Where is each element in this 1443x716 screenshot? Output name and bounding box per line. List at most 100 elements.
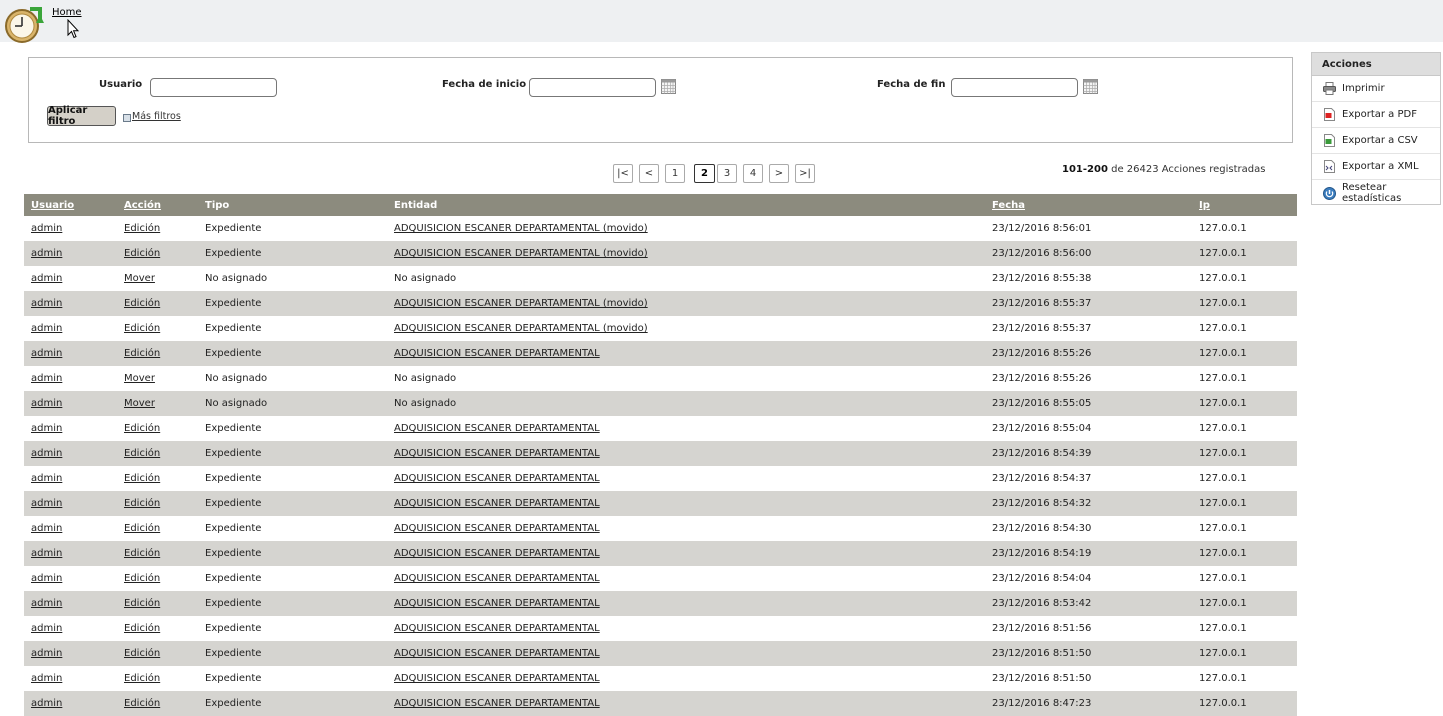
cell-entidad[interactable]: ADQUISICION ESCANER DEPARTAMENTAL <box>394 341 600 366</box>
cell-usuario[interactable]: admin <box>31 441 62 466</box>
cell-accion[interactable]: Mover <box>124 266 155 291</box>
export-xml-action[interactable]: Exportar a XML <box>1312 154 1440 180</box>
export-pdf-action[interactable]: Exportar a PDF <box>1312 102 1440 128</box>
calendar-icon[interactable] <box>661 79 676 94</box>
prev-page-button[interactable]: < <box>639 164 659 183</box>
cell-entidad[interactable]: ADQUISICION ESCANER DEPARTAMENTAL (movid… <box>394 291 648 316</box>
page-2-button-current[interactable]: 2 <box>694 164 715 183</box>
fecha-inicio-input[interactable] <box>529 78 656 97</box>
cell-accion[interactable]: Edición <box>124 341 160 366</box>
cell-usuario[interactable]: admin <box>31 466 62 491</box>
column-header-fecha[interactable]: Fecha <box>992 194 1025 216</box>
cell-ip: 127.0.0.1 <box>1199 298 1247 309</box>
cell-usuario[interactable]: admin <box>31 541 62 566</box>
cell-fecha: 23/12/2016 8:54:32 <box>992 498 1092 509</box>
cell-usuario[interactable]: admin <box>31 591 62 616</box>
fecha-inicio-label: Fecha de inicio <box>442 79 527 90</box>
last-page-button[interactable]: >| <box>795 164 815 183</box>
cell-usuario[interactable]: admin <box>31 366 62 391</box>
cell-fecha: 23/12/2016 8:47:23 <box>992 698 1092 709</box>
cell-entidad[interactable]: ADQUISICION ESCANER DEPARTAMENTAL <box>394 616 600 641</box>
export-csv-action[interactable]: Exportar a CSV <box>1312 128 1440 154</box>
cell-entidad[interactable]: ADQUISICION ESCANER DEPARTAMENTAL <box>394 416 600 441</box>
cell-entidad[interactable]: ADQUISICION ESCANER DEPARTAMENTAL <box>394 491 600 516</box>
cell-accion[interactable]: Edición <box>124 566 160 591</box>
cell-ip: 127.0.0.1 <box>1199 498 1247 509</box>
cell-usuario[interactable]: admin <box>31 316 62 341</box>
cell-usuario[interactable]: admin <box>31 416 62 441</box>
cell-accion[interactable]: Edición <box>124 641 160 666</box>
calendar-icon[interactable] <box>1083 79 1098 94</box>
cell-accion[interactable]: Edición <box>124 441 160 466</box>
cell-accion[interactable]: Edición <box>124 666 160 691</box>
breadcrumb-home-link[interactable]: Home <box>52 7 82 18</box>
export-pdf-label: Exportar a PDF <box>1342 109 1417 120</box>
cell-accion[interactable]: Edición <box>124 316 160 341</box>
cell-entidad[interactable]: ADQUISICION ESCANER DEPARTAMENTAL <box>394 566 600 591</box>
cell-entidad[interactable]: ADQUISICION ESCANER DEPARTAMENTAL (movid… <box>394 241 648 266</box>
cell-accion[interactable]: Edición <box>124 416 160 441</box>
cell-entidad[interactable]: ADQUISICION ESCANER DEPARTAMENTAL <box>394 641 600 666</box>
cell-usuario[interactable]: admin <box>31 341 62 366</box>
cell-entidad: No asignado <box>394 373 457 384</box>
cell-tipo: Expediente <box>205 548 262 559</box>
first-page-button[interactable]: |< <box>613 164 633 183</box>
cell-accion[interactable]: Edición <box>124 616 160 641</box>
cell-usuario[interactable]: admin <box>31 616 62 641</box>
column-header-usuario[interactable]: Usuario <box>31 194 74 216</box>
cell-accion[interactable]: Edición <box>124 516 160 541</box>
cell-accion[interactable]: Edición <box>124 691 160 716</box>
apply-filter-button[interactable]: Aplicar filtro <box>47 105 116 127</box>
cell-entidad[interactable]: ADQUISICION ESCANER DEPARTAMENTAL <box>394 516 600 541</box>
cell-entidad[interactable]: ADQUISICION ESCANER DEPARTAMENTAL <box>394 666 600 691</box>
page-4-button[interactable]: 4 <box>743 164 763 183</box>
table-row: admin Edición Expediente ADQUISICION ESCANE… <box>24 641 1297 666</box>
column-header-ip[interactable]: Ip <box>1199 194 1210 216</box>
fecha-fin-input[interactable] <box>951 78 1078 97</box>
reset-stats-action[interactable]: Resetear estadísticas <box>1312 180 1440 206</box>
cell-entidad[interactable]: ADQUISICION ESCANER DEPARTAMENTAL (movid… <box>394 216 648 241</box>
page-3-button[interactable]: 3 <box>717 164 737 183</box>
expand-icon[interactable] <box>123 114 131 122</box>
cell-accion[interactable]: Edición <box>124 491 160 516</box>
cell-usuario[interactable]: admin <box>31 291 62 316</box>
filter-panel: Usuario Fecha de inicio Fecha de fin Apl… <box>28 57 1293 143</box>
cell-accion[interactable]: Mover <box>124 391 155 416</box>
cell-usuario[interactable]: admin <box>31 216 62 241</box>
page-1-button[interactable]: 1 <box>665 164 685 183</box>
clock-logo-icon[interactable] <box>4 5 44 45</box>
cell-accion[interactable]: Edición <box>124 291 160 316</box>
cell-usuario[interactable]: admin <box>31 391 62 416</box>
cell-entidad[interactable]: ADQUISICION ESCANER DEPARTAMENTAL <box>394 691 600 716</box>
cell-accion[interactable]: Edición <box>124 241 160 266</box>
cell-tipo: Expediente <box>205 223 262 234</box>
cell-accion[interactable]: Edición <box>124 216 160 241</box>
cell-entidad[interactable]: ADQUISICION ESCANER DEPARTAMENTAL <box>394 541 600 566</box>
usuario-filter-input[interactable] <box>150 78 277 97</box>
cell-accion[interactable]: Edición <box>124 466 160 491</box>
cell-accion[interactable]: Mover <box>124 366 155 391</box>
export-csv-label: Exportar a CSV <box>1342 135 1418 146</box>
cell-usuario[interactable]: admin <box>31 666 62 691</box>
print-action[interactable]: Imprimir <box>1312 76 1440 102</box>
cell-accion[interactable]: Edición <box>124 541 160 566</box>
cell-tipo: No asignado <box>205 273 268 284</box>
usuario-filter-label: Usuario <box>99 79 143 90</box>
cell-usuario[interactable]: admin <box>31 266 62 291</box>
column-header-accion[interactable]: Acción <box>124 194 161 216</box>
next-page-button[interactable]: > <box>769 164 789 183</box>
cell-usuario[interactable]: admin <box>31 691 62 716</box>
more-filters-link[interactable]: Más filtros <box>132 111 181 122</box>
cell-entidad[interactable]: ADQUISICION ESCANER DEPARTAMENTAL <box>394 591 600 616</box>
cell-tipo: Expediente <box>205 248 262 259</box>
cell-fecha: 23/12/2016 8:54:37 <box>992 473 1092 484</box>
cell-entidad[interactable]: ADQUISICION ESCANER DEPARTAMENTAL <box>394 466 600 491</box>
cell-usuario[interactable]: admin <box>31 516 62 541</box>
cell-usuario[interactable]: admin <box>31 641 62 666</box>
cell-usuario[interactable]: admin <box>31 491 62 516</box>
cell-entidad[interactable]: ADQUISICION ESCANER DEPARTAMENTAL <box>394 441 600 466</box>
cell-entidad[interactable]: ADQUISICION ESCANER DEPARTAMENTAL (movid… <box>394 316 648 341</box>
cell-usuario[interactable]: admin <box>31 241 62 266</box>
cell-accion[interactable]: Edición <box>124 591 160 616</box>
cell-usuario[interactable]: admin <box>31 566 62 591</box>
